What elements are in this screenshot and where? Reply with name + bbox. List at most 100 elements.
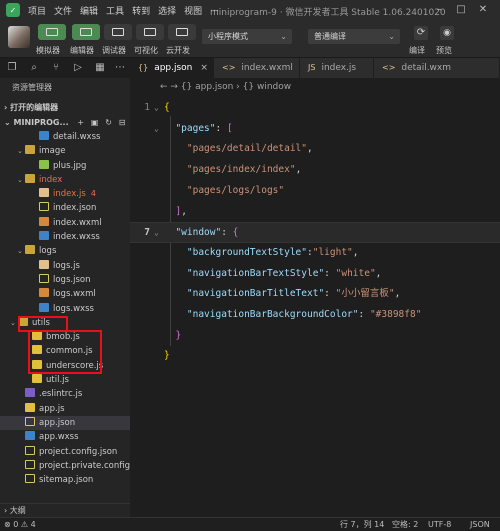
menu-item[interactable]: 转到	[132, 4, 150, 17]
close-icon[interactable]: ×	[200, 63, 208, 73]
code-line[interactable]: "navigationBarTitleText": "小小留言板",	[130, 284, 500, 305]
extensions-icon[interactable]: ▦	[94, 62, 106, 74]
toolbar: 模拟器 编辑器 调试器 可视化 云开发 小程序模式 ⌄ 普通编译 ⌄ ⟳ ◉ 编…	[0, 20, 500, 58]
fold-chevron-icon[interactable]: ⌄	[154, 223, 159, 244]
code-line[interactable]: ],	[130, 202, 500, 223]
code-line[interactable]: 7 ⌄ "window": {	[130, 222, 500, 243]
cursor-position[interactable]: 行 7，列 14	[340, 518, 384, 531]
menu-item[interactable]: 编辑	[80, 4, 98, 17]
refresh-tree-icon[interactable]: ↻	[105, 118, 112, 127]
project-section[interactable]: ⌄ MINIPROG... + ▣ ↻ ⊟	[0, 115, 130, 130]
maximize-icon[interactable]: □	[450, 4, 472, 15]
tree-item-label: index.wxml	[53, 217, 102, 228]
new-folder-icon[interactable]: ▣	[91, 118, 99, 127]
tree-file[interactable]: plus.jpg	[0, 159, 130, 173]
phone-icon	[46, 28, 58, 36]
code-line[interactable]	[130, 367, 500, 388]
tree-file[interactable]: logs.json	[0, 273, 130, 287]
tree-file[interactable]: index.wxml	[0, 216, 130, 230]
code-line[interactable]: ⌄ "pages": [	[130, 119, 500, 140]
tree-file[interactable]: index.json	[0, 201, 130, 215]
code-line[interactable]: }	[130, 346, 500, 367]
code-line[interactable]: "navigationBarBackgroundColor": "#3898f8…	[130, 305, 500, 326]
menu-item[interactable]: 选择	[158, 4, 176, 17]
collapse-icon[interactable]: ⊟	[119, 118, 126, 127]
simulator-button[interactable]	[38, 24, 66, 40]
code-line[interactable]: "pages/index/index",	[130, 160, 500, 181]
menu-item[interactable]: 工具	[106, 4, 124, 17]
wxss-file-icon	[25, 431, 35, 441]
tree-item-label: app.js	[39, 403, 65, 414]
chevron-down-icon: ⌄	[388, 32, 395, 41]
outline-section[interactable]: › 大纲	[0, 503, 130, 517]
file-type-icon: <>	[222, 63, 236, 72]
debug-icon	[112, 28, 124, 36]
preview-label: 预览	[436, 46, 452, 55]
tree-item-label: app.json	[39, 417, 76, 428]
tree-file[interactable]: logs.js	[0, 259, 130, 273]
tree-file[interactable]: logs.wxml	[0, 287, 130, 301]
tree-folder[interactable]: ⌄ image	[0, 144, 130, 158]
code-line[interactable]: "pages/logs/logs"	[130, 181, 500, 202]
code-editor[interactable]: 1 ⌄ {⌄ "pages": [ "pages/detail/detail", "…	[130, 96, 500, 517]
visualize-button[interactable]	[136, 24, 164, 40]
language-mode[interactable]: JSON	[470, 518, 490, 531]
debugger-button[interactable]	[104, 24, 132, 40]
fold-chevron-icon[interactable]: ⌄	[154, 119, 159, 140]
tree-file[interactable]: project.config.json	[0, 445, 130, 459]
mode-select[interactable]: 小程序模式 ⌄	[202, 29, 292, 44]
open-editors-section[interactable]: › 打开的编辑器	[0, 100, 130, 115]
tree-file[interactable]: index.wxss	[0, 230, 130, 244]
menu-item[interactable]: 文件	[54, 4, 72, 17]
tree-file[interactable]: detail.wxss	[0, 130, 130, 144]
code-text: "navigationBarBackgroundColor": "#3898f8…	[164, 305, 422, 326]
code-line[interactable]: "navigationBarTextStyle": "white",	[130, 264, 500, 285]
tree-file[interactable]: app.json	[0, 415, 130, 431]
tab-index-wxml[interactable]: <> index.wxml	[214, 58, 300, 78]
code-line[interactable]: 1 ⌄ {	[130, 98, 500, 119]
indent-spaces[interactable]: 空格: 2	[392, 518, 418, 531]
file-encoding[interactable]: UTF-8	[428, 518, 451, 531]
tree-file[interactable]: logs.wxss	[0, 302, 130, 316]
debug-icon[interactable]: ▷	[72, 62, 84, 74]
tree-file[interactable]: .eslintrc.js	[0, 387, 130, 401]
fold-chevron-icon[interactable]: ⌄	[154, 98, 159, 119]
preview-icon[interactable]: ◉	[440, 26, 454, 40]
editor-button[interactable]	[72, 24, 100, 40]
code-line[interactable]: "backgroundTextStyle":"light",	[130, 243, 500, 264]
tree-folder[interactable]: ⌄ index	[0, 173, 130, 187]
file-type-icon: JS	[308, 63, 316, 72]
tree-file[interactable]: index.js 4	[0, 187, 130, 201]
code-line[interactable]: "pages/detail/detail",	[130, 139, 500, 160]
json-file-icon	[25, 474, 35, 484]
compile-select[interactable]: 普通编译 ⌄	[308, 29, 400, 44]
debugger-label: 调试器	[102, 46, 126, 55]
new-file-icon[interactable]: +	[77, 118, 84, 127]
tab-index-js[interactable]: JS index.js	[300, 58, 374, 78]
tree-file[interactable]: app.wxss	[0, 430, 130, 444]
refresh-icon[interactable]: ⟳	[414, 26, 428, 40]
cloud-button[interactable]	[168, 24, 196, 40]
tree-file[interactable]: util.js	[0, 373, 130, 387]
more-icon[interactable]: ⋯	[114, 62, 126, 74]
menu-item[interactable]: 项目	[28, 4, 46, 17]
code-text: }	[164, 326, 181, 347]
menu-item[interactable]: 视图	[184, 4, 202, 17]
tree-file[interactable]: app.js	[0, 402, 130, 416]
avatar[interactable]	[8, 26, 30, 48]
code-line[interactable]: }	[130, 326, 500, 347]
explorer-panel: 资源管理器 › 打开的编辑器 ⌄ MINIPROG... + ▣ ↻ ⊟ det…	[0, 78, 148, 517]
files-icon[interactable]: ❐	[6, 62, 18, 74]
tab-detail-wxm[interactable]: <> detail.wxm	[374, 58, 500, 78]
tree-folder[interactable]: ⌄ logs	[0, 244, 130, 258]
source-control-icon[interactable]: ⑂	[50, 62, 62, 74]
tree-file[interactable]: project.private.config.js...	[0, 459, 148, 473]
search-icon[interactable]: ⌕	[28, 62, 40, 74]
tree-file[interactable]: sitemap.json	[0, 473, 130, 487]
code-text: "navigationBarTextStyle": "white",	[164, 264, 382, 285]
tab-app-json[interactable]: {} app.json ×	[130, 58, 214, 78]
close-icon[interactable]: ✕	[472, 4, 494, 15]
problems-indicator[interactable]: ⊗ 0 ⚠ 4	[4, 518, 36, 531]
minimize-icon[interactable]: –	[428, 4, 450, 15]
